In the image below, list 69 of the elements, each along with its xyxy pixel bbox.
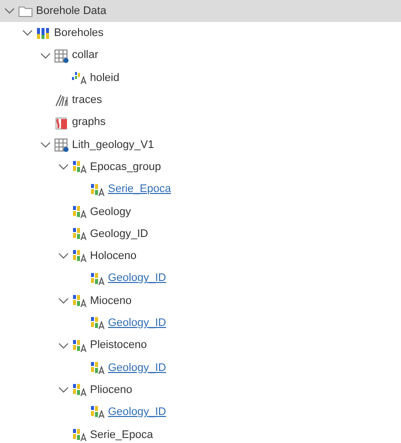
column-chart-icon [36, 26, 51, 40]
tree-row[interactable]: Geology_ID [0, 222, 401, 246]
collapse-chevron-icon[interactable] [40, 140, 51, 149]
tree-row[interactable]: Pleistoceno [0, 334, 401, 357]
category-icon [72, 227, 87, 242]
tree-row[interactable]: Epocas_group [0, 156, 401, 178]
item-label: Serie_Epoca [90, 428, 153, 443]
item-label: Holoceno [90, 249, 136, 264]
category-icon [90, 360, 105, 375]
category-icon [90, 272, 105, 286]
collapse-chevron-icon[interactable] [58, 163, 69, 172]
linked-item-label: Serie_Epoca [108, 182, 171, 198]
category-icon [72, 338, 87, 353]
tree-row[interactable]: Geology_ID [0, 356, 401, 380]
item-label: Epocas_group [90, 160, 161, 175]
linked-item-label: Geology_ID [108, 360, 166, 376]
collapse-chevron-icon[interactable] [40, 52, 51, 60]
category-icon [72, 160, 87, 174]
collapse-chevron-icon[interactable] [58, 252, 69, 260]
linked-item-label: Geology_ID [108, 316, 166, 332]
tree-row[interactable]: Geology_ID [0, 312, 401, 334]
collapse-chevron-icon[interactable] [58, 342, 69, 350]
tree-row[interactable]: Holoceno [0, 245, 401, 268]
linked-item-label: Geology_ID [108, 405, 166, 420]
category-icon [72, 294, 87, 308]
category-icon [90, 182, 105, 197]
tree-row[interactable]: traces [0, 89, 401, 112]
item-label: Lith_geology_V1 [72, 138, 154, 153]
tree-row[interactable]: Plioceno [0, 379, 401, 402]
tree-row[interactable]: Boreholes [0, 22, 401, 45]
category-icon [72, 249, 87, 264]
collapse-chevron-icon[interactable] [22, 29, 33, 38]
collapse-chevron-icon[interactable] [4, 7, 15, 16]
category-icon [90, 405, 105, 420]
item-label: Plioceno [90, 382, 132, 398]
item-label: Borehole Data [36, 4, 106, 19]
item-label: traces [72, 93, 102, 108]
collapse-chevron-icon[interactable] [58, 386, 69, 394]
category-icon [90, 316, 105, 330]
linked-item-label: Geology_ID [108, 271, 166, 286]
tree-row[interactable]: collar [0, 44, 401, 67]
item-label: holeid [90, 70, 120, 86]
item-label: Boreholes [54, 26, 104, 42]
item-label: Pleistoceno [90, 338, 147, 354]
table-icon [54, 138, 69, 152]
folder-icon [18, 4, 33, 18]
item-label: Geology [90, 204, 131, 220]
item-label: graphs [72, 115, 106, 130]
collapse-chevron-icon[interactable] [58, 297, 69, 305]
table-icon [54, 48, 69, 63]
tree-row[interactable]: Mioceno [0, 290, 401, 312]
tree-row[interactable]: Geology [0, 200, 401, 223]
tree-row[interactable]: holeid [0, 66, 401, 90]
tree-row[interactable]: Lith_geology_V1 [0, 134, 401, 156]
tree-row[interactable]: Geology_ID [0, 268, 401, 290]
item-label: Mioceno [90, 294, 132, 309]
tree-row[interactable]: graphs [0, 111, 401, 134]
graph-icon [54, 116, 69, 130]
tree-row[interactable]: Serie_Epoca [0, 424, 401, 443]
category-icon [72, 204, 87, 219]
category-icon [72, 428, 87, 442]
item-label: Geology_ID [90, 226, 148, 242]
tree-row[interactable]: Borehole Data [0, 0, 401, 22]
tree-row[interactable]: Serie_Epoca [0, 178, 401, 201]
tree-row[interactable]: Geology_ID [0, 401, 401, 424]
traces-icon [54, 93, 69, 108]
attribute-icon [72, 71, 87, 86]
category-icon [72, 383, 87, 398]
item-label: collar [72, 48, 98, 64]
